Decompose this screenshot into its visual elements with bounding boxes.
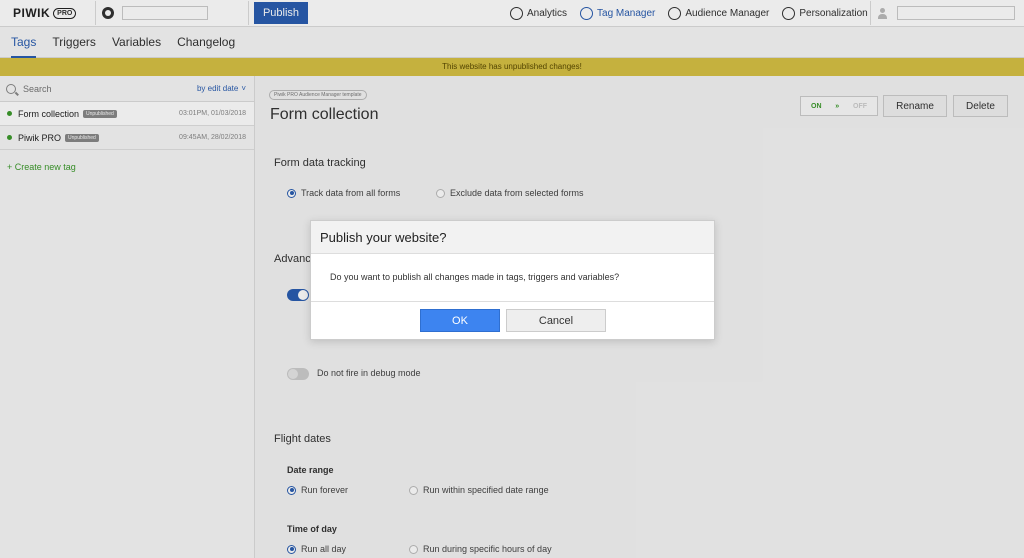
dialog-message: Do you want to publish all changes made …	[311, 254, 714, 302]
dialog-footer: OK Cancel	[311, 302, 714, 340]
dialog-title: Publish your website?	[311, 221, 714, 254]
publish-confirm-dialog: Publish your website? Do you want to pub…	[310, 220, 715, 340]
ok-button[interactable]: OK	[420, 309, 500, 332]
cancel-button[interactable]: Cancel	[506, 309, 606, 332]
